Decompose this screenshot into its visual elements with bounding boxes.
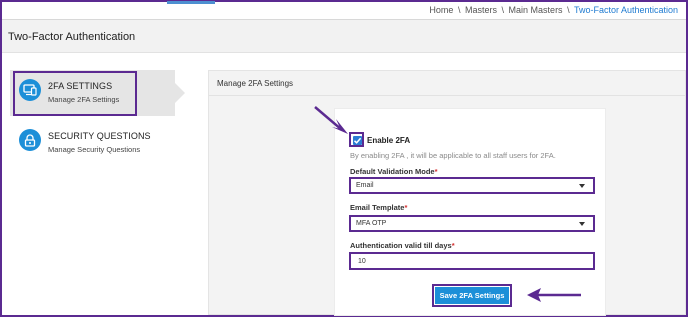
breadcrumb-main-masters[interactable]: Main Masters bbox=[509, 5, 563, 15]
active-caret bbox=[175, 83, 185, 103]
select-value: MFA OTP bbox=[356, 220, 387, 227]
settings-panel: Manage 2FA Settings Enable 2FA By enabli… bbox=[208, 70, 686, 316]
label-text: Authentication valid till days bbox=[350, 241, 452, 250]
required-mark: * bbox=[404, 203, 408, 212]
required-mark: * bbox=[451, 241, 455, 250]
valid-days-input[interactable]: 10 bbox=[349, 252, 595, 270]
email-template-label: Email Template* bbox=[350, 203, 407, 212]
help-text: By enabling 2FA , it will be applicable … bbox=[350, 151, 556, 160]
breadcrumb-separator: \ bbox=[567, 5, 570, 15]
validation-mode-select[interactable]: Email bbox=[349, 177, 595, 194]
divider bbox=[209, 95, 685, 96]
enable-2fa-label: Enable 2FA bbox=[367, 136, 411, 145]
check-icon bbox=[353, 137, 362, 144]
label-text: Email Template bbox=[350, 203, 405, 212]
sidebar-item-title: SECURITY QUESTIONS bbox=[48, 131, 151, 141]
save-2fa-settings-button[interactable]: Save 2FA Settings bbox=[432, 284, 512, 307]
label-text: Default Validation Mode bbox=[350, 167, 435, 176]
validation-mode-label: Default Validation Mode* bbox=[350, 167, 438, 176]
sidebar-item-subtitle: Manage Security Questions bbox=[48, 145, 141, 154]
save-button-label: Save 2FA Settings bbox=[435, 287, 509, 304]
breadcrumb-masters[interactable]: Masters bbox=[465, 5, 497, 15]
chevron-down-icon bbox=[579, 184, 585, 188]
page-header: Two-Factor Authentication bbox=[2, 20, 686, 53]
annotation-arrow-icon bbox=[527, 288, 581, 302]
chevron-down-icon bbox=[579, 222, 585, 226]
input-value: 10 bbox=[358, 258, 366, 265]
lock-icon bbox=[19, 129, 41, 151]
breadcrumb-separator: \ bbox=[501, 5, 505, 15]
breadcrumb-home[interactable]: Home bbox=[429, 5, 453, 15]
panel-title: Manage 2FA Settings bbox=[217, 79, 294, 88]
select-value: Email bbox=[356, 182, 374, 189]
checkbox-checked bbox=[353, 136, 362, 145]
highlight-box bbox=[13, 71, 137, 116]
top-tab-indicator bbox=[167, 1, 215, 4]
breadcrumb-separator: \ bbox=[457, 5, 461, 15]
annotation-arrow-icon bbox=[314, 106, 348, 134]
required-mark: * bbox=[434, 167, 438, 176]
top-bar: Home \ Masters \ Main Masters \ Two-Fact… bbox=[2, 1, 686, 20]
page-title: Two-Factor Authentication bbox=[8, 31, 136, 43]
email-template-select[interactable]: MFA OTP bbox=[349, 215, 595, 232]
valid-days-label: Authentication valid till days* bbox=[350, 241, 455, 250]
breadcrumb: Home \ Masters \ Main Masters \ Two-Fact… bbox=[429, 5, 678, 15]
sidebar-item-security-questions[interactable]: SECURITY QUESTIONS Manage Security Quest… bbox=[10, 120, 175, 166]
breadcrumb-current: Two-Factor Authentication bbox=[573, 5, 678, 15]
